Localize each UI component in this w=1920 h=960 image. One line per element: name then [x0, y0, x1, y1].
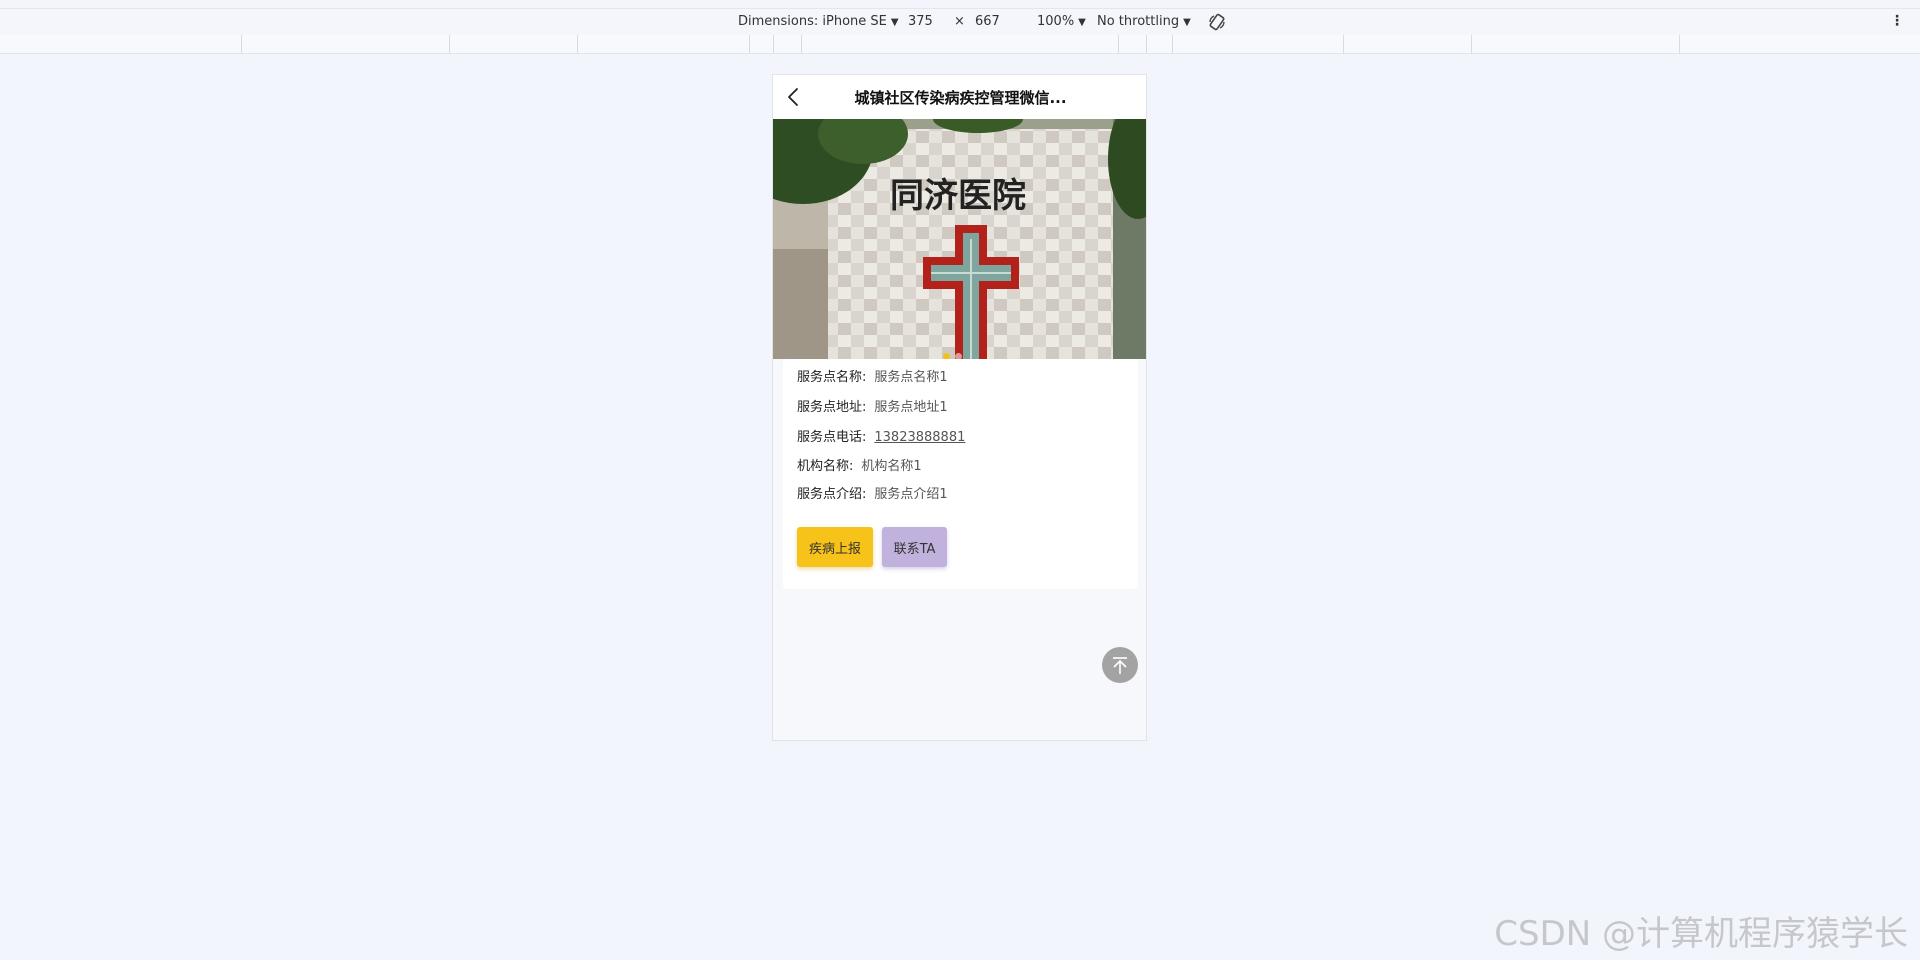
- back-to-top-icon: [1113, 657, 1127, 674]
- detail-row-organization: 机构名称: 机构名称1: [797, 455, 922, 474]
- caret-down-icon: ▼: [890, 17, 899, 28]
- ruler-segment[interactable]: [1172, 35, 1173, 53]
- detail-card: 服务点名称: 服务点名称1 服务点地址: 服务点地址1 服务点电话: 13823888…: [783, 359, 1138, 589]
- rotate-icon[interactable]: [1208, 13, 1226, 31]
- ruler-segment[interactable]: [449, 35, 450, 53]
- ruler-segment[interactable]: [749, 35, 750, 53]
- watermark: CSDN @计算机程序猿学长: [1494, 914, 1908, 954]
- detail-row-phone: 服务点电话: 13823888881: [797, 426, 965, 445]
- back-icon[interactable]: [783, 86, 805, 108]
- media-query-ruler: [0, 35, 1920, 54]
- phone-viewport: 城镇社区传染病疾控管理微信... 同济医院 服务点名称: 服务点名称1 服务点地…: [772, 74, 1147, 741]
- ruler-segment[interactable]: [241, 35, 242, 53]
- device-toolbar: Dimensions: iPhone SE ▼ 375 × 667 100% ▼ N…: [0, 8, 1920, 36]
- page-title: 城镇社区传染病疾控管理微信...: [854, 89, 1067, 107]
- caret-down-icon: ▼: [1078, 17, 1086, 28]
- detail-value: 服务点名称1: [874, 370, 948, 385]
- detail-label: 服务点名称:: [797, 370, 867, 385]
- detail-label: 服务点电话:: [797, 430, 867, 445]
- phone-link[interactable]: 13823888881: [874, 430, 965, 445]
- throttling-dropdown[interactable]: No throttling ▼: [1097, 14, 1191, 29]
- detail-value: 机构名称1: [861, 459, 922, 474]
- detail-value: 服务点介绍1: [874, 487, 948, 502]
- dimensions-label: Dimensions: iPhone SE: [738, 14, 887, 29]
- dimensions-dropdown[interactable]: Dimensions: iPhone SE ▼: [738, 14, 899, 29]
- carousel-dots: [943, 345, 967, 359]
- ruler-segment[interactable]: [1146, 35, 1147, 53]
- detail-value: 服务点地址1: [874, 400, 948, 415]
- contact-button[interactable]: 联系TA: [882, 527, 947, 567]
- report-disease-button[interactable]: 疾病上报: [797, 527, 873, 567]
- detail-label: 服务点地址:: [797, 400, 867, 415]
- times-sign: ×: [954, 14, 965, 29]
- page-header: 城镇社区传染病疾控管理微信...: [773, 75, 1146, 119]
- detail-row-name: 服务点名称: 服务点名称1: [797, 366, 948, 385]
- detail-row-address: 服务点地址: 服务点地址1: [797, 396, 948, 415]
- banner-sign-text: 同济医院: [890, 176, 1026, 216]
- detail-label: 服务点介绍:: [797, 487, 867, 502]
- banner-carousel[interactable]: 同济医院: [773, 119, 1146, 359]
- throttling-label: No throttling: [1097, 14, 1180, 29]
- height-input[interactable]: 667: [975, 14, 1000, 29]
- width-input[interactable]: 375: [908, 14, 933, 29]
- ruler-segment[interactable]: [1679, 35, 1680, 53]
- zoom-label: 100%: [1037, 14, 1075, 29]
- back-to-top-button[interactable]: [1102, 647, 1138, 683]
- ruler-segment[interactable]: [773, 35, 774, 53]
- detail-row-intro: 服务点介绍: 服务点介绍1: [797, 483, 948, 502]
- caret-down-icon: ▼: [1183, 17, 1191, 28]
- more-icon[interactable]: ⋮: [1890, 14, 1904, 28]
- ruler-segment[interactable]: [1343, 35, 1344, 53]
- ruler-segment[interactable]: [577, 35, 578, 53]
- ruler-segment[interactable]: [801, 35, 802, 53]
- ruler-segment[interactable]: [1118, 35, 1119, 53]
- zoom-dropdown[interactable]: 100% ▼: [1037, 14, 1086, 29]
- detail-label: 机构名称:: [797, 459, 854, 474]
- banner-image: 同济医院: [773, 119, 1146, 359]
- ruler-segment[interactable]: [1471, 35, 1472, 53]
